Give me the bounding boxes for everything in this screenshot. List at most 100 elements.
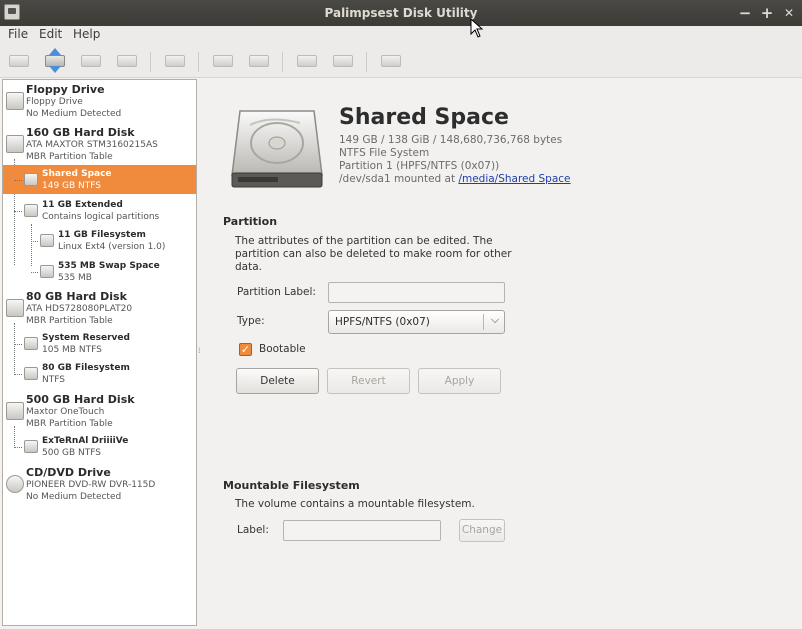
node-name: 160 GB Hard Disk [26, 126, 135, 139]
partition-icon [24, 367, 38, 380]
node-detail: Maxtor OneTouch [26, 407, 105, 417]
toolbar-separator [366, 52, 367, 72]
node-detail: MBR Partition Table [26, 152, 113, 162]
window-title: Palimpsest Disk Utility [324, 6, 478, 20]
tree-connector [14, 447, 22, 448]
minimize-button[interactable]: − [735, 3, 755, 23]
drive-mount-icon[interactable] [7, 50, 31, 72]
tree-connector [31, 272, 38, 273]
filesystem-description: The volume contains a mountable filesyst… [235, 498, 475, 510]
tree-node-500gb-disk[interactable]: 500 GB Hard Disk Maxtor OneTouch MBR Par… [3, 390, 196, 432]
type-label: Type: [237, 315, 265, 327]
tree-node-11gb-extended[interactable]: 11 GB Extended Contains logical partitio… [3, 196, 196, 225]
hard-disk-icon [231, 110, 323, 188]
node-name: 500 GB Hard Disk [26, 393, 135, 406]
menu-bar: File Edit Help [0, 26, 802, 44]
tree-node-80gb-filesystem[interactable]: 80 GB Filesystem NTFS [3, 359, 196, 388]
device-tree[interactable]: Floppy Drive Floppy Drive No Medium Dete… [2, 79, 197, 626]
node-detail: MBR Partition Table [26, 316, 113, 326]
node-detail: ATA MAXTOR STM3160215AS [26, 140, 158, 150]
edit-partition-icon[interactable] [331, 50, 355, 72]
tree-node-11gb-filesystem[interactable]: 11 GB Filesystem Linux Ext4 (version 1.0… [3, 226, 196, 255]
node-name: CD/DVD Drive [26, 466, 111, 479]
drive-eject-icon[interactable] [43, 48, 67, 73]
node-name: System Reserved [42, 333, 130, 343]
tree-connector [31, 241, 38, 242]
optical-disc-icon [6, 475, 24, 493]
tree-node-system-reserved[interactable]: System Reserved 105 MB NTFS [3, 329, 196, 358]
lock-volume-icon[interactable] [211, 50, 235, 72]
partition-description: The attributes of the partition can be e… [235, 235, 512, 273]
volume-filesystem: NTFS File System [339, 147, 430, 159]
tree-connector [14, 344, 22, 345]
benchmark-icon[interactable] [379, 50, 403, 72]
smart-data-icon[interactable] [163, 50, 187, 72]
tree-node-shared-space[interactable]: Shared Space 149 GB NTFS [3, 165, 196, 194]
filesystem-label-input[interactable] [283, 520, 441, 541]
node-name: Floppy Drive [26, 83, 105, 96]
partition-icon [40, 265, 54, 278]
unlock-volume-icon[interactable] [247, 50, 271, 72]
mount-device: /dev/sda1 mounted at [339, 173, 459, 185]
title-bar[interactable]: Palimpsest Disk Utility − + ✕ [0, 0, 802, 26]
change-label-button[interactable]: Change [459, 519, 505, 542]
node-name: Shared Space [42, 169, 112, 179]
toolbar-separator [198, 52, 199, 72]
bootable-label: Bootable [259, 343, 306, 355]
node-name: 535 MB Swap Space [58, 261, 160, 271]
partition-label-input[interactable] [328, 282, 505, 303]
tree-node-cd-dvd-drive[interactable]: CD/DVD Drive PIONEER DVD-RW DVR-115D No … [3, 463, 196, 505]
tree-node-swap-space[interactable]: 535 MB Swap Space 535 MB [3, 257, 196, 286]
menu-help[interactable]: Help [73, 27, 100, 41]
node-detail: NTFS [42, 375, 65, 385]
node-name: ExTeRnAl DriiiiVe [42, 436, 129, 446]
node-name: 11 GB Filesystem [58, 230, 146, 240]
hard-disk-icon [6, 135, 24, 153]
close-button[interactable]: ✕ [779, 3, 799, 23]
volume-partition: Partition 1 (HPFS/NTFS (0x07)) [339, 160, 500, 172]
node-name: 11 GB Extended [42, 200, 123, 210]
node-detail: 500 GB NTFS [42, 448, 102, 458]
node-detail: 149 GB NTFS [42, 181, 102, 191]
tree-node-160gb-disk[interactable]: 160 GB Hard Disk ATA MAXTOR STM3160215AS… [3, 123, 196, 165]
partition-type-value: HPFS/NTFS (0x07) [335, 316, 430, 328]
usb-partition-icon [24, 440, 38, 453]
maximize-button[interactable]: + [757, 3, 777, 23]
apply-button[interactable]: Apply [418, 368, 501, 394]
volume-details-panel: Shared Space 149 GB / 138 GiB / 148,680,… [200, 79, 802, 626]
toolbar [0, 44, 802, 78]
node-detail: ATA HDS728080PLAT20 [26, 304, 133, 314]
tree-node-80gb-disk[interactable]: 80 GB Hard Disk ATA HDS728080PLAT20 MBR … [3, 287, 196, 329]
mount-point-link[interactable]: /media/Shared Space [458, 173, 570, 185]
partition-icon [24, 173, 38, 186]
chevron-down-icon: ⌵ [490, 313, 500, 326]
filesystem-heading: Mountable Filesystem [223, 479, 360, 492]
tree-node-external-drive[interactable]: ExTeRnAl DriiiiVe 500 GB NTFS [3, 432, 196, 461]
bootable-checkbox[interactable]: ✓ [239, 343, 252, 356]
tree-node-floppy-drive[interactable]: Floppy Drive Floppy Drive No Medium Dete… [3, 80, 196, 122]
menu-file[interactable]: File [8, 27, 28, 41]
node-detail: No Medium Detected [26, 109, 122, 119]
toolbar-separator [150, 52, 151, 72]
usb-disk-icon [6, 402, 24, 420]
format-drive-icon[interactable] [295, 50, 319, 72]
delete-button[interactable]: Delete [236, 368, 319, 394]
node-detail: PIONEER DVD-RW DVR-115D [26, 480, 156, 490]
volume-mount-info: /dev/sda1 mounted at /media/Shared Space [339, 173, 571, 185]
partition-icon [24, 204, 38, 217]
select-divider [483, 314, 484, 330]
menu-edit[interactable]: Edit [39, 27, 62, 41]
mouse-cursor-icon [470, 18, 484, 38]
node-detail: Floppy Drive [26, 97, 83, 107]
revert-button[interactable]: Revert [327, 368, 410, 394]
partition-type-select[interactable]: HPFS/NTFS (0x07) ⌵ [328, 310, 505, 334]
node-detail: MBR Partition Table [26, 419, 113, 429]
toolbar-separator [282, 52, 283, 72]
drive-unmount-icon[interactable] [79, 50, 103, 72]
drive-detach-icon[interactable] [115, 50, 139, 72]
app-window: Palimpsest Disk Utility − + ✕ File Edit … [0, 0, 802, 629]
node-detail: 105 MB NTFS [42, 345, 102, 355]
tree-connector [14, 180, 22, 181]
node-detail: 535 MB [58, 273, 92, 283]
node-detail: Contains logical partitions [42, 212, 160, 222]
